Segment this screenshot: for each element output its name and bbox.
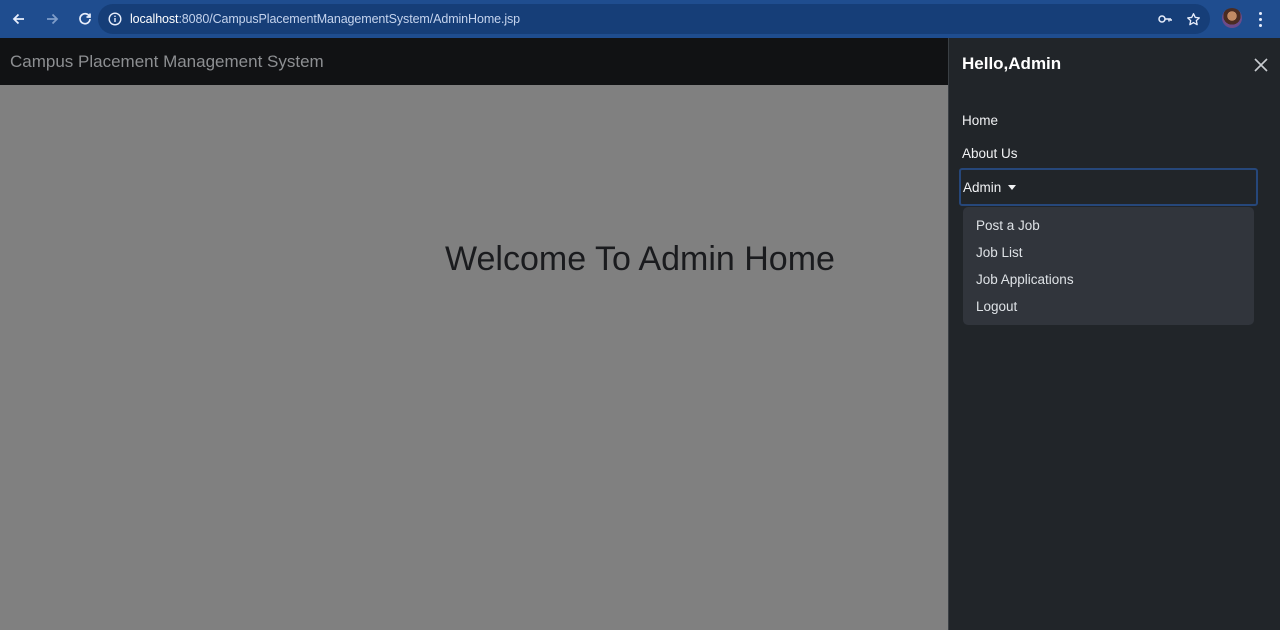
nav-link-home[interactable]: Home [962,113,998,128]
url-host: localhost [130,12,179,26]
browser-menu-button[interactable] [1254,8,1266,30]
close-icon [1254,58,1268,72]
dropdown-item-job-applications[interactable]: Job Applications [976,272,1074,287]
admin-dropdown-label: Admin [963,179,1002,195]
main-content[interactable] [0,85,948,630]
info-icon [108,12,122,26]
profile-avatar[interactable] [1222,8,1242,28]
forward-button[interactable] [37,4,67,34]
reload-icon [79,12,91,25]
vertical-dots-icon [1258,11,1262,15]
site-info-button[interactable] [100,4,130,34]
offcanvas-title: Hello,Admin [962,54,1062,73]
url-path: :8080/CampusPlacementManagementSystem/Ad… [178,12,521,26]
offcanvas-menu: Hello,Admin Home About Us Admin Post a J… [948,38,1280,630]
address-bar[interactable]: localhost:8080/CampusPlacementManagement… [98,4,1210,34]
star-icon [1186,12,1200,25]
browser-toolbar: localhost:8080/CampusPlacementManagement… [0,0,1280,38]
reload-button[interactable] [70,4,100,34]
omnibox-actions [1156,4,1202,34]
admin-dropdown-menu: Post a Job Job List Job Applications Log… [963,207,1254,325]
caret-down-icon [1008,184,1017,190]
back-button[interactable] [4,4,34,34]
close-button[interactable] [1251,55,1271,75]
top-navbar: Campus Placement Management System [0,38,948,85]
password-manager-button[interactable] [1156,10,1174,28]
arrow-right-icon [47,13,59,25]
key-icon [1158,15,1172,23]
dropdown-item-job-list[interactable]: Job List [976,245,1023,260]
navbar-brand[interactable]: Campus Placement Management System [10,52,324,72]
dropdown-item-post-a-job[interactable]: Post a Job [976,218,1040,233]
arrow-left-icon [12,13,24,25]
url-text[interactable]: localhost:8080/CampusPlacementManagement… [130,12,520,26]
admin-dropdown-toggle[interactable]: Admin [959,168,1258,206]
dropdown-item-logout[interactable]: Logout [976,299,1017,314]
bookmark-button[interactable] [1184,10,1202,28]
nav-link-about-us[interactable]: About Us [962,146,1018,161]
